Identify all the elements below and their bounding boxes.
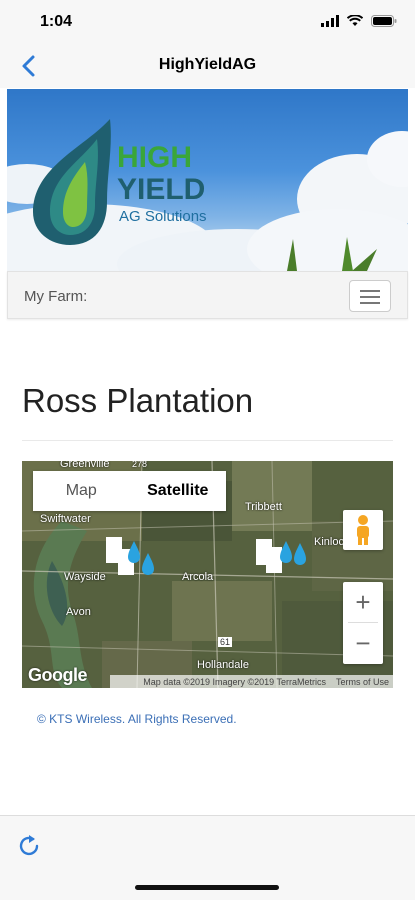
map-place-label: Arcola <box>182 571 214 583</box>
sensor-marker-cluster-east[interactable] <box>254 533 316 585</box>
farm-menu-label: My Farm: <box>24 288 88 305</box>
map-place-label: Wayside <box>64 571 106 583</box>
page-title: Ross Plantation <box>22 382 254 419</box>
battery-icon <box>371 15 397 27</box>
header-banner: HIGH YIELD AG Solutions <box>7 89 408 271</box>
logo-line-yield: YIELD <box>117 173 206 206</box>
map-type-map-button[interactable]: Map <box>33 471 130 511</box>
status-time: 1:04 <box>40 13 73 30</box>
logo-line-ag-solutions: AG Solutions <box>119 208 207 225</box>
map-type-satellite-button[interactable]: Satellite <box>130 471 227 511</box>
zoom-control: + − <box>343 582 383 664</box>
hamburger-menu-button[interactable] <box>349 280 391 312</box>
farm-menu-bar: My Farm: <box>7 271 408 319</box>
logo-line-high: HIGH <box>117 141 192 174</box>
navigation-bar: HighYieldAG <box>0 44 415 88</box>
map-attribution-bar: Map data ©2019 Imagery ©2019 TerraMetric… <box>110 675 393 688</box>
map-place-label: Swiftwater <box>40 513 91 525</box>
highway-shield: 61 <box>218 637 233 647</box>
status-icons <box>321 15 397 27</box>
zoom-in-button[interactable]: + <box>343 582 383 622</box>
pegman-icon <box>357 515 369 545</box>
signal-icon <box>321 15 339 27</box>
map-place-label: Avon <box>66 606 91 618</box>
title-divider <box>22 440 393 441</box>
map-place-label: Greenville <box>60 461 110 470</box>
map-type-control: Map Satellite <box>33 471 226 511</box>
map-attribution: Map data ©2019 Imagery ©2019 TerraMetric… <box>143 676 326 687</box>
map-place-label: Tribbett <box>245 501 282 513</box>
hamburger-icon-bar <box>360 302 380 304</box>
sensor-marker-cluster-west[interactable] <box>104 531 162 583</box>
google-logo: Google <box>28 665 88 685</box>
zoom-out-button[interactable]: − <box>343 623 383 663</box>
status-bar: 1:04 <box>0 0 415 44</box>
wifi-icon <box>347 15 363 26</box>
hamburger-icon-bar <box>360 290 380 292</box>
street-view-pegman-button[interactable] <box>343 510 383 550</box>
nav-title: HighYieldAG <box>158 56 257 73</box>
map-terms-link[interactable]: Terms of Use <box>336 677 389 687</box>
hamburger-icon-bar <box>360 296 380 298</box>
map-place-label: Hollandale <box>197 659 249 671</box>
logo-drop-icon <box>33 119 111 245</box>
home-indicator <box>135 885 279 890</box>
satellite-map[interactable]: Greenville Swiftwater Tribbett Kinlock W… <box>22 461 393 688</box>
refresh-icon[interactable] <box>16 833 42 859</box>
highway-shield: 278 <box>132 461 148 469</box>
copyright-text: © KTS Wireless. All Rights Reserved. <box>37 712 237 726</box>
